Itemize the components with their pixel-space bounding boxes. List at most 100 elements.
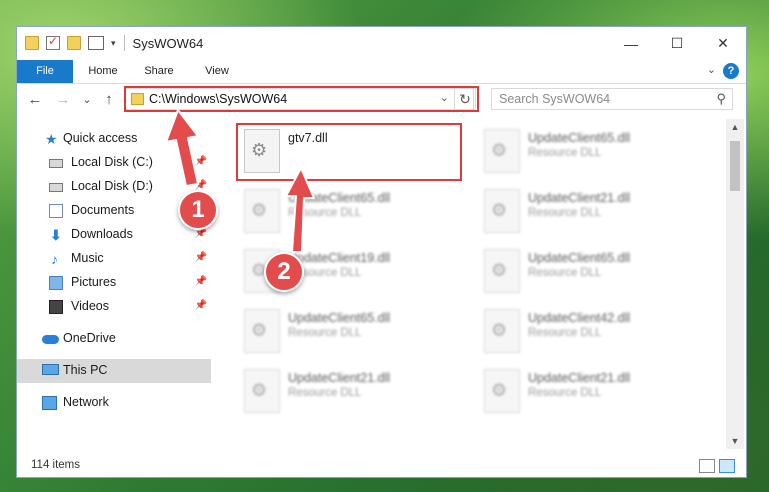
gear-icon: ⚙ [491,140,508,160]
sidebar-item-local-disk-c[interactable]: Local Disk (C:) 📌 [17,151,211,175]
file-item[interactable]: ⚙ UpdateClient42.dll Resource DLL [478,303,698,361]
gear-icon: ⚙ [251,320,268,340]
cloud-icon [42,335,59,344]
file-item[interactable]: ⚙ UpdateClient65.dll Resource DLL [238,303,458,361]
window-title: SysWOW64 [132,35,204,51]
videos-icon [49,300,63,314]
dll-file-icon: ⚙ [484,369,520,413]
title-bar: ▾ SysWOW64 — ☐ ✕ [17,27,746,60]
sidebar-item-label: Documents [71,203,135,217]
sidebar-item-downloads[interactable]: ⬇ Downloads 📌 [17,223,211,247]
gear-icon: ⚙ [491,380,508,400]
file-name: UpdateClient65.dll [528,251,631,265]
dll-file-icon: ⚙ [484,129,520,173]
file-item[interactable]: ⚙ UpdateClient21.dll Resource DLL [478,183,698,241]
large-icons-view-icon[interactable] [719,459,735,473]
tab-home[interactable]: Home [81,60,125,83]
pictures-icon [49,276,63,290]
file-explorer-window: ▾ SysWOW64 — ☐ ✕ File Home Share View ⌄ … [16,26,747,478]
sidebar-item-label: Quick access [63,131,138,145]
file-item[interactable]: ⚙ UpdateClient21.dll Resource DLL [478,363,698,421]
maximize-button[interactable]: ☐ [654,27,700,60]
file-type: Resource DLL [288,207,362,219]
expand-ribbon-icon[interactable]: ⌄ [707,63,716,76]
sidebar-item-onedrive[interactable]: OneDrive [17,327,211,351]
file-name: UpdateClient21.dll [288,371,391,385]
computer-icon [42,364,59,375]
sidebar-item-local-disk-d[interactable]: Local Disk (D:) 📌 [17,175,211,199]
title-separator [123,35,125,51]
file-item[interactable]: ⚙ UpdateClient65.dll Resource DLL [478,243,698,301]
pin-icon[interactable]: 📌 [195,252,207,263]
sidebar-item-pictures[interactable]: Pictures 📌 [17,271,211,295]
star-icon: ★ [45,131,58,147]
scroll-down-icon[interactable]: ▼ [726,433,744,449]
pin-icon[interactable]: 📌 [195,276,207,287]
properties-check-icon[interactable] [46,34,60,50]
file-type: Resource DLL [288,327,362,339]
address-highlight-box [124,86,479,112]
file-type: Resource DLL [528,327,602,339]
file-name: UpdateClient65.dll [288,311,391,325]
file-item[interactable]: ⚙ UpdateClient65.dll Resource DLL [478,123,698,181]
pin-icon[interactable]: 📌 [195,300,207,311]
gear-icon: ⚙ [251,200,268,220]
dll-file-icon: ⚙ [484,249,520,293]
tab-file[interactable]: File [17,60,73,83]
new-folder-icon[interactable] [67,36,81,50]
sidebar-item-label: This PC [63,363,108,377]
up-button[interactable]: ↑ [99,90,119,110]
search-box[interactable]: Search SysWOW64 ⚲ [491,88,733,110]
file-name: UpdateClient21.dll [528,371,631,385]
dll-file-icon: ⚙ [244,189,280,233]
download-icon: ⬇ [50,227,62,243]
help-icon[interactable]: ? [723,63,739,79]
sidebar-item-network[interactable]: Network [17,391,211,415]
scrollbar-thumb[interactable] [730,141,740,191]
search-icon[interactable]: ⚲ [716,91,726,107]
back-button[interactable]: ← [25,90,45,110]
close-button[interactable]: ✕ [700,27,746,60]
quick-access-toolbar: ▾ SysWOW64 [25,34,204,51]
gear-icon: ⚙ [251,380,268,400]
sidebar-item-this-pc[interactable]: This PC [17,359,211,383]
scroll-up-icon[interactable]: ▲ [726,119,744,135]
recent-locations-button[interactable]: ⌄ [77,90,97,110]
sidebar-item-music[interactable]: ♪ Music 📌 [17,247,211,271]
gear-icon: ⚙ [491,260,508,280]
tab-view[interactable]: View [195,60,239,83]
documents-icon [49,204,63,218]
status-bar: 114 items [17,455,746,477]
network-icon [42,396,57,410]
sidebar-item-label: Local Disk (C:) [71,155,153,169]
disk-icon [49,159,63,168]
customize-toolbar-icon[interactable] [88,36,104,50]
dll-file-icon: ⚙ [484,309,520,353]
sidebar-item-quick-access[interactable]: ★ Quick access [17,127,211,151]
gear-icon: ⚙ [491,320,508,340]
toolbar-dropdown-icon[interactable]: ▾ [111,38,116,49]
dll-file-icon: ⚙ [484,189,520,233]
gear-icon: ⚙ [491,200,508,220]
minimize-button[interactable]: — [608,27,654,60]
dll-file-icon: ⚙ [244,369,280,413]
file-item[interactable]: ⚙ UpdateClient65.dll Resource DLL [238,183,458,241]
forward-button[interactable]: → [53,90,73,110]
vertical-scrollbar[interactable]: ▲ ▼ [726,119,744,449]
sidebar-item-label: Music [71,251,104,265]
sidebar-item-label: Videos [71,299,109,313]
details-view-icon[interactable] [699,459,715,473]
pin-icon[interactable]: 📌 [195,156,207,167]
search-input[interactable]: Search SysWOW64 [499,92,610,106]
callout-2-badge: 2 [264,252,304,292]
callout-1-badge: 1 [178,190,218,230]
sidebar-item-videos[interactable]: Videos 📌 [17,295,211,319]
tab-share[interactable]: Share [137,60,181,83]
file-item[interactable]: ⚙ UpdateClient21.dll Resource DLL [238,363,458,421]
file-name: UpdateClient65.dll [528,131,631,145]
file-name: UpdateClient19.dll [288,251,391,265]
navigation-bar: ← → ⌄ ↑ C:\Windows\SysWOW64 ⌄ ↻ Search S… [17,84,746,118]
navigation-pane: ★ Quick access Local Disk (C:) 📌 Local D… [17,119,211,447]
file-name: UpdateClient21.dll [528,191,631,205]
item-count: 114 items [31,459,81,471]
